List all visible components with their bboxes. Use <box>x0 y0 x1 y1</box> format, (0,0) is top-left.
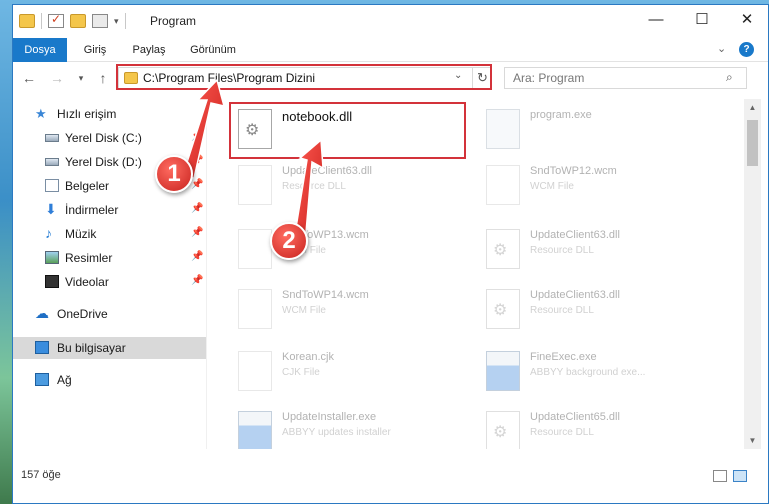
step-2-badge: 2 <box>270 222 308 260</box>
annotation-arrows <box>180 78 324 246</box>
step-1-badge: 1 <box>155 155 193 193</box>
